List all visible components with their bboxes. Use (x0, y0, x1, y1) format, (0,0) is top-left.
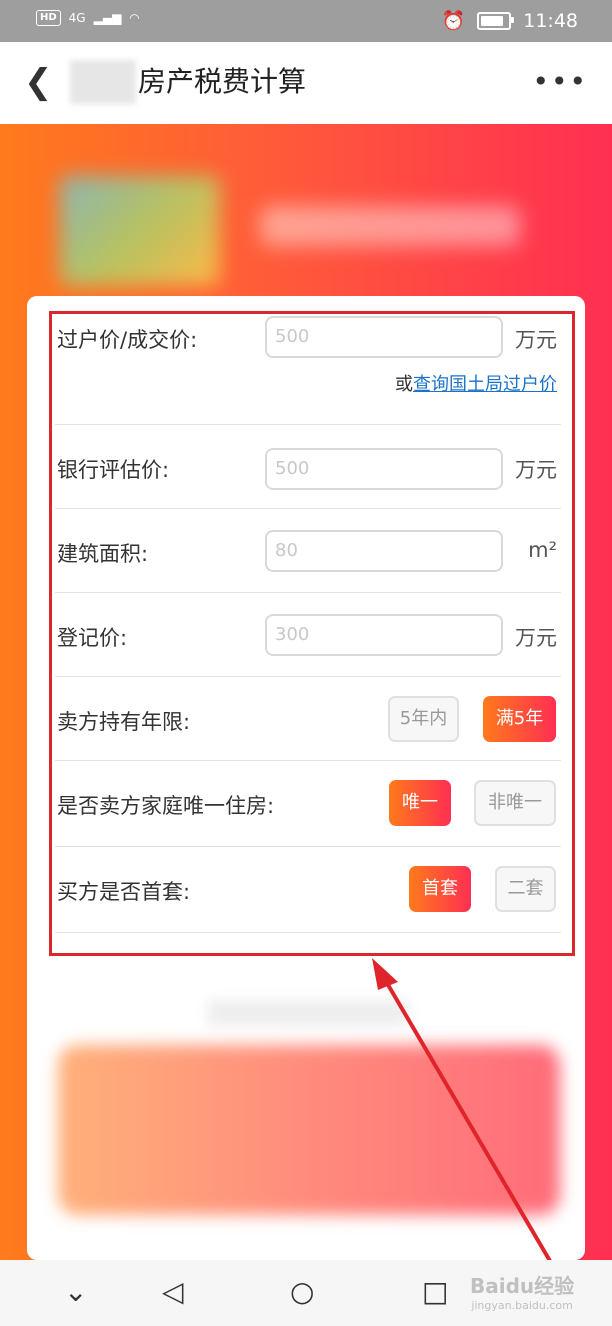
home-circle-icon[interactable]: ○ (290, 1274, 314, 1310)
signal-icon: ▂▄▆ (93, 11, 122, 25)
page-title: 房产税费计算 (138, 65, 307, 98)
watermark: Baidu经验 jingyan.baidu.com (470, 1270, 574, 1312)
chevron-down-icon[interactable]: ⌄ (64, 1274, 87, 1310)
more-icon[interactable]: ••• (532, 62, 588, 102)
highlight-box (49, 311, 575, 956)
clock: 11:48 (523, 9, 578, 32)
app-header: ❮ 房产税费计算 ••• (0, 42, 612, 124)
status-bar: HD 4G ▂▄▆ ◠ ⏰ 11:48 (0, 0, 612, 42)
watermark-brand: Baidu经验 (470, 1274, 575, 1298)
alarm-icon: ⏰ (441, 10, 466, 32)
wifi-icon: ◠ (129, 11, 140, 25)
blurred-app-name (70, 60, 136, 104)
watermark-url: jingyan.baidu.com (471, 1299, 573, 1312)
battery-icon (477, 11, 515, 30)
chevron-left-icon[interactable]: ❮ (24, 62, 53, 102)
recent-apps-icon[interactable]: □ (422, 1274, 448, 1310)
hd-badge: HD (36, 10, 61, 26)
blurred-section (48, 985, 570, 1255)
back-triangle-icon[interactable]: ◁ (162, 1274, 184, 1310)
banner-image (50, 166, 570, 296)
network-indicator: 4G (68, 11, 86, 25)
